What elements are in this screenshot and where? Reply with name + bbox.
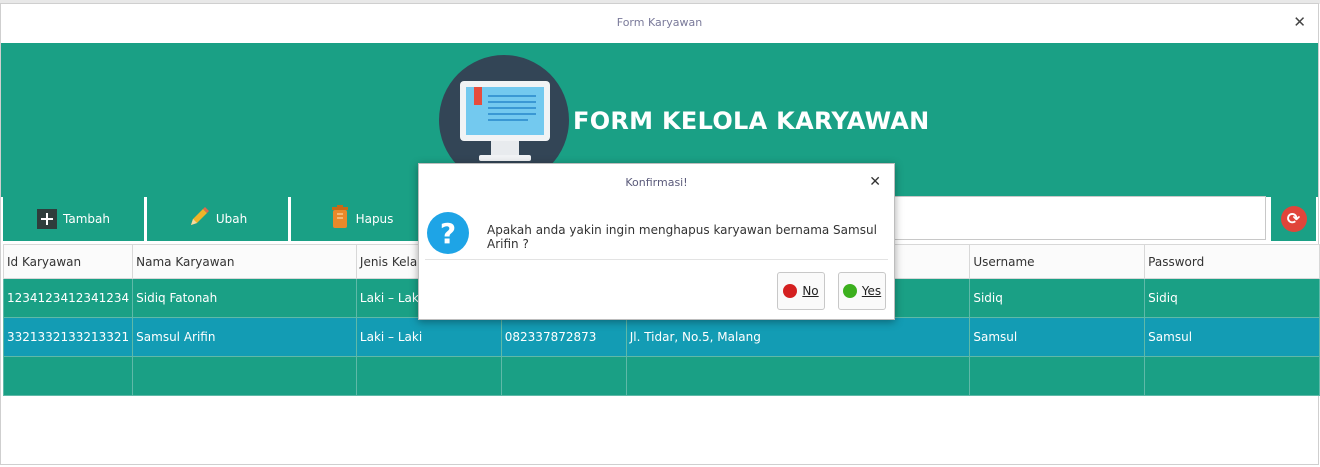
table-cell: Sidiq [1144, 278, 1320, 318]
no-button[interactable]: No [777, 272, 825, 310]
ubah-button[interactable]: Ubah [147, 196, 288, 241]
hapus-label: Hapus [355, 211, 394, 226]
green-dot-icon [842, 284, 857, 298]
close-icon[interactable]: ✕ [1293, 13, 1306, 31]
table-row-selected[interactable]: 3321332133213321 Samsul Arifin Laki – La… [2, 317, 1320, 357]
table-row[interactable] [2, 356, 1320, 396]
table-cell: Samsul [969, 317, 1146, 357]
pencil-icon [188, 206, 210, 231]
page-title: FORM KELOLA KARYAWAN [573, 107, 930, 135]
table-cell: 1234123412341234 [2, 278, 134, 318]
table-cell: 3321332133213321 [2, 317, 134, 357]
window-title: Form Karyawan [616, 16, 703, 29]
table-cell: Samsul [1144, 317, 1320, 357]
ubah-label: Ubah [215, 211, 248, 226]
confirm-dialog: Konfirmasi! ✕ ? Apakah anda yakin ingin … [418, 163, 895, 320]
tambah-button[interactable]: Tambah [3, 196, 144, 241]
table-cell [2, 356, 134, 396]
table-cell [355, 356, 502, 396]
column-header[interactable]: Password [1144, 244, 1320, 279]
table-cell [132, 356, 357, 396]
table-cell: 082337872873 [500, 317, 627, 357]
tambah-label: Tambah [63, 211, 110, 226]
table-cell: Samsul Arifin [132, 317, 357, 357]
table-cell: Jl. Tidar, No.5, Malang [625, 317, 971, 357]
table-cell [500, 356, 627, 396]
trash-icon [330, 205, 350, 232]
column-header[interactable]: Nama Karyawan [132, 244, 357, 279]
dialog-close-icon[interactable]: ✕ [869, 174, 881, 190]
plus-icon [37, 208, 58, 229]
red-dot-icon [783, 284, 798, 298]
dialog-title: Konfirmasi! [625, 176, 688, 189]
no-label: No [802, 284, 819, 298]
column-header[interactable]: Username [969, 244, 1146, 279]
yes-label: Yes [861, 284, 882, 298]
yes-button[interactable]: Yes [838, 272, 886, 310]
refresh-icon: ⟳ [1280, 205, 1307, 232]
dialog-message: Apakah anda yakin ingin menghapus karyaw… [487, 223, 877, 251]
table-cell: Laki – Laki [355, 317, 502, 357]
column-header[interactable]: Id Karyawan [2, 244, 134, 279]
table-cell: Sidiq Fatonah [132, 278, 357, 318]
table-cell [969, 356, 1146, 396]
question-icon: ? [427, 212, 469, 254]
search-input[interactable] [890, 196, 1266, 240]
table-cell [625, 356, 971, 396]
title-bar: Form Karyawan ✕ [1, 4, 1318, 43]
hapus-button[interactable]: Hapus [291, 196, 432, 241]
refresh-button[interactable]: ⟳ [1271, 196, 1316, 241]
divider [425, 259, 888, 260]
table-cell [1144, 356, 1320, 396]
table-cell: Sidiq [969, 278, 1146, 318]
